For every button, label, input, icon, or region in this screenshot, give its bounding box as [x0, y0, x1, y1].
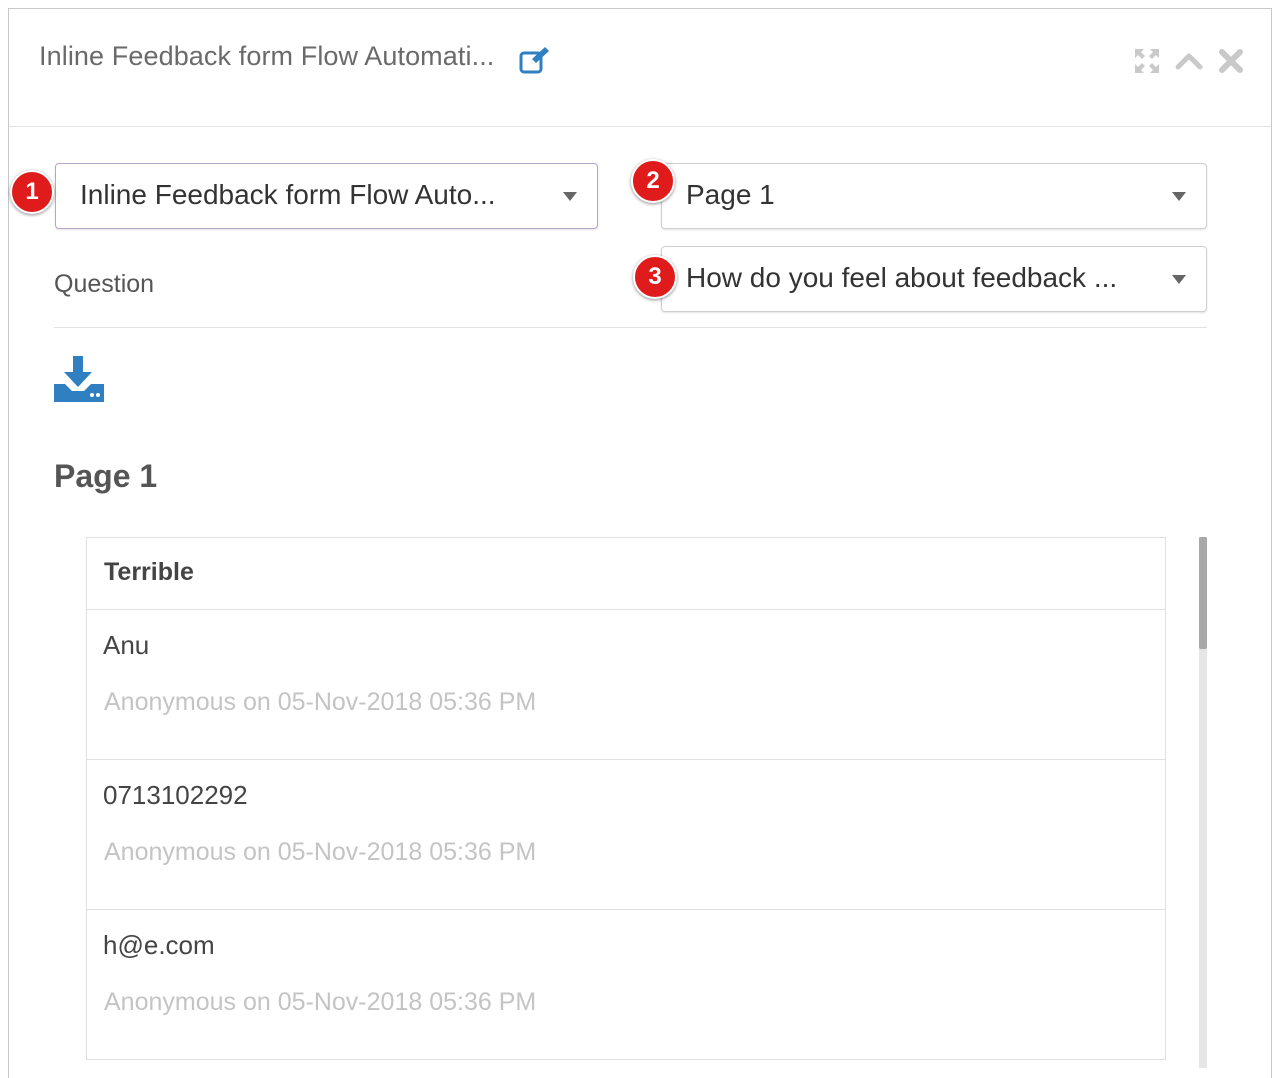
- form-select-value: Inline Feedback form Flow Auto...: [80, 179, 496, 210]
- results-list: Terrible Anu Anonymous on 05-Nov-2018 05…: [86, 537, 1166, 1060]
- list-item: 0713102292 Anonymous on 05-Nov-2018 05:3…: [87, 760, 1165, 910]
- panel-header: Inline Feedback form Flow Automati...: [9, 9, 1271, 127]
- page-select[interactable]: Page 1: [661, 163, 1207, 229]
- step-badge-1: 1: [10, 170, 54, 214]
- results-scrollbar[interactable]: [1199, 537, 1207, 1068]
- collapse-icon[interactable]: [1175, 47, 1203, 75]
- edit-icon[interactable]: [519, 45, 551, 75]
- response-meta: Anonymous on 05-Nov-2018 05:36 PM: [104, 988, 537, 1016]
- response-answer: 0713102292: [103, 780, 248, 810]
- response-meta: Anonymous on 05-Nov-2018 05:36 PM: [104, 838, 537, 866]
- chevron-down-icon: [1172, 275, 1186, 284]
- panel-title: Inline Feedback form Flow Automati...: [39, 41, 495, 71]
- results-header: Terrible: [87, 538, 1165, 610]
- list-item: h@e.com Anonymous on 05-Nov-2018 05:36 P…: [87, 910, 1165, 1060]
- response-meta: Anonymous on 05-Nov-2018 05:36 PM: [104, 688, 537, 716]
- question-select[interactable]: How do you feel about feedback ...: [661, 246, 1207, 312]
- section-divider: [54, 327, 1207, 328]
- download-icon[interactable]: [52, 354, 106, 404]
- list-item: Anu Anonymous on 05-Nov-2018 05:36 PM: [87, 610, 1165, 760]
- scrollbar-thumb[interactable]: [1199, 537, 1207, 649]
- question-select-value: How do you feel about feedback ...: [686, 262, 1118, 293]
- step-badge-3: 3: [633, 255, 677, 299]
- response-answer: Anu: [103, 630, 150, 660]
- chevron-down-icon: [1172, 192, 1186, 201]
- step-badge-2: 2: [631, 159, 675, 203]
- close-icon[interactable]: [1217, 47, 1245, 75]
- page-select-value: Page 1: [686, 179, 775, 210]
- page-heading: Page 1: [54, 458, 158, 494]
- expand-icon[interactable]: [1133, 47, 1161, 75]
- response-answer: h@e.com: [103, 930, 215, 960]
- form-select[interactable]: Inline Feedback form Flow Auto...: [55, 163, 598, 229]
- question-label: Question: [54, 270, 155, 298]
- chevron-down-icon: [563, 192, 577, 201]
